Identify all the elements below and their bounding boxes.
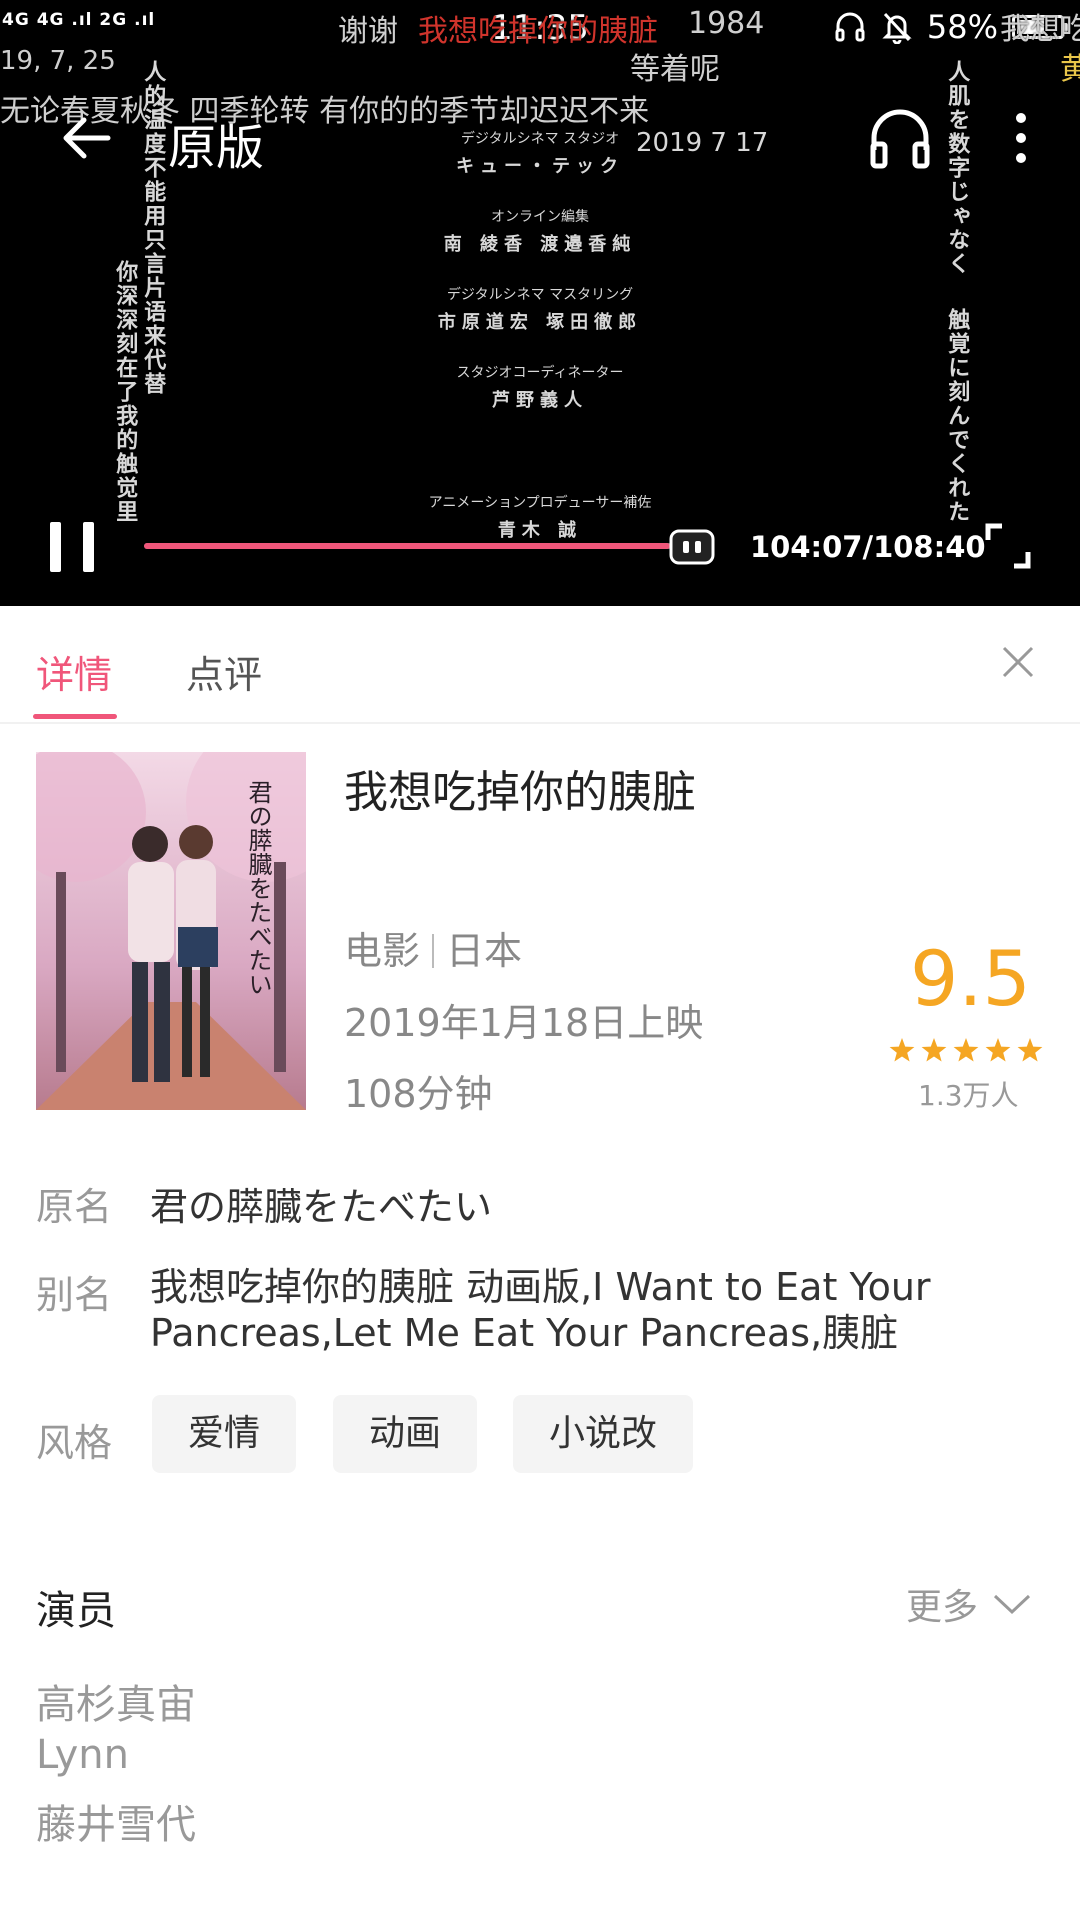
genre-tag[interactable]: 小说改	[513, 1395, 694, 1473]
pause-button[interactable]	[50, 522, 94, 572]
battery-percent: 58%	[926, 8, 998, 46]
more-vertical-icon[interactable]	[996, 106, 1046, 170]
credit-role: スタジオコーディネーター	[456, 365, 624, 381]
separator	[432, 934, 435, 968]
player-title: 原版	[168, 120, 265, 176]
tab-details[interactable]: 详情	[36, 644, 112, 699]
release-date: 2019年1月18日上映	[344, 1001, 704, 1045]
alias-value: 我想吃掉你的胰脏 动画版,I Want to Eat Your Pancreas…	[150, 1265, 931, 1355]
headphones-icon[interactable]	[868, 106, 932, 170]
progress-fill	[144, 543, 670, 549]
star-icon	[1017, 1038, 1043, 1062]
star-icon	[985, 1038, 1011, 1062]
fullscreen-icon[interactable]	[984, 522, 1032, 570]
cast-title: 演员	[36, 1588, 116, 1634]
movie-poster[interactable]: 君の膵臓をたべたい	[36, 752, 306, 1110]
actor-name[interactable]: 高杉真宙	[36, 1672, 196, 1730]
cast-more-label: 更多	[906, 1587, 979, 1628]
detail-tabs: 详情 点评	[0, 606, 1080, 724]
genre-label: 风格	[36, 1421, 113, 1465]
original-name-value: 君の膵臓をたべたい	[150, 1185, 493, 1229]
bell-muted-icon	[882, 12, 912, 44]
danmaku-comment: 我想吃掉	[1000, 12, 1080, 47]
movie-region: 日本	[446, 929, 523, 973]
tab-reviews[interactable]: 点评	[186, 644, 262, 699]
star-icon	[921, 1038, 947, 1062]
star-icon	[889, 1038, 915, 1062]
danmaku-comment: 19, 7, 25	[0, 46, 116, 76]
credit-role: オンライン編集	[491, 209, 589, 225]
credit-name: 芦野義人	[492, 390, 588, 411]
movie-type-region: 电影 日本	[344, 920, 522, 975]
movie-type: 电影	[344, 929, 421, 973]
vote-count: 1.3万人	[918, 1079, 1019, 1112]
video-player[interactable]: 4G 4G .ıl 2G .ıl 11:35 58% 谢谢 我想吃掉你的胰脏 1…	[0, 0, 1080, 606]
credit-date: 2019 7 17	[636, 128, 769, 158]
actor-name[interactable]: 藤井雪代	[36, 1792, 196, 1850]
danmaku-comment: 1984	[688, 6, 765, 41]
credit-name: 市原道宏 塚田徹郎	[437, 312, 643, 333]
rating-stars	[889, 1038, 1043, 1062]
time-readout: 104:07/108:40	[750, 530, 986, 564]
star-icon	[953, 1038, 979, 1062]
headset-status-icon	[835, 12, 865, 42]
duration: 108分钟	[344, 1072, 493, 1116]
chevron-down-icon	[993, 1594, 1031, 1615]
film-credits: デジタルシネマ スタジオ キュー・テック オンライン編集 南 綾香 渡邉香純 デ…	[0, 128, 1080, 542]
danmaku-comment: 黄	[1060, 52, 1080, 87]
actor-name[interactable]: Lynn	[36, 1732, 129, 1778]
tab-active-indicator	[33, 714, 117, 719]
genre-tag[interactable]: 爱情	[152, 1395, 297, 1473]
original-name-label: 原名	[36, 1185, 113, 1229]
danmaku-comment: 等着呢	[630, 52, 720, 87]
danmaku-comment: 谢谢	[338, 14, 398, 49]
progress-bar[interactable]	[144, 543, 692, 549]
alias-label: 别名	[36, 1273, 113, 1317]
back-arrow-icon[interactable]	[56, 108, 116, 168]
progress-thumb-icon[interactable]	[668, 528, 716, 566]
poster-title: 君の膵臓をたべたい	[244, 780, 272, 996]
credit-role: アニメーションプロデューサー補佐	[428, 495, 652, 511]
cast-more-button[interactable]: 更多	[906, 1578, 1032, 1630]
movie-title: 我想吃掉你的胰脏	[344, 767, 696, 818]
close-icon[interactable]	[1000, 644, 1036, 680]
rating-score: 9.5	[910, 934, 1031, 1023]
credit-role: デジタルシネマ マスタリング	[446, 287, 634, 303]
danmaku-comment: 我想吃掉你的胰脏	[418, 14, 658, 49]
genre-tag[interactable]: 动画	[333, 1395, 478, 1473]
credit-name: 南 綾香 渡邉香純	[443, 234, 637, 255]
